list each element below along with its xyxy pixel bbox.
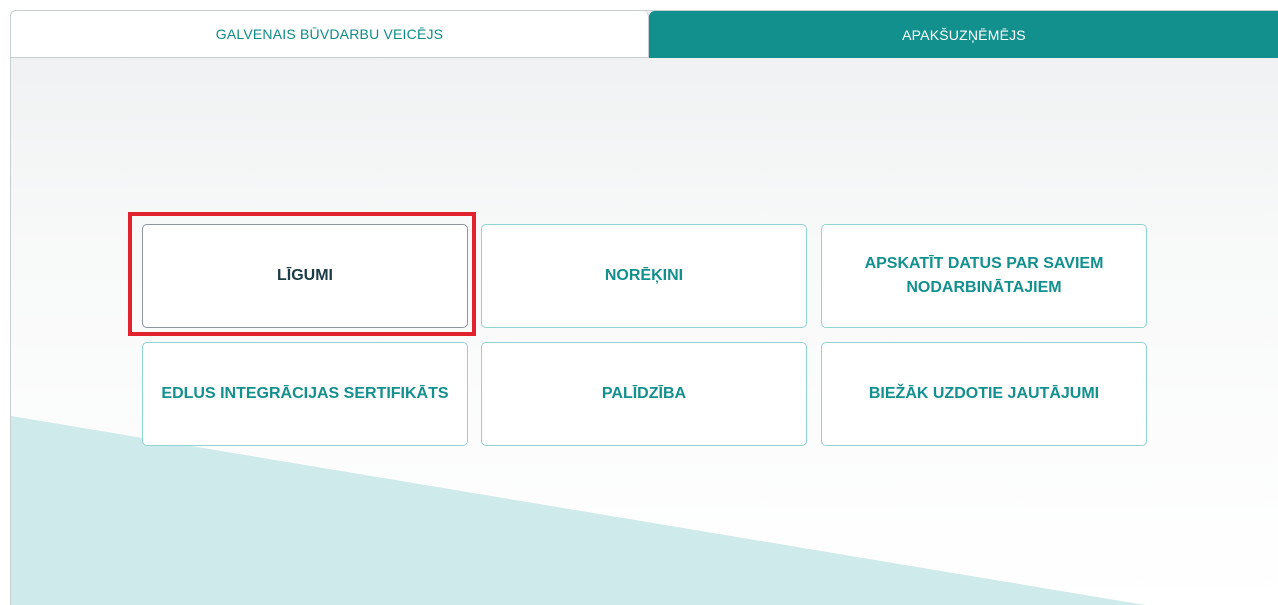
- settlements-button-label: NORĒĶINI: [604, 267, 684, 284]
- help-button-label: PALĪDZĪBA: [601, 385, 687, 402]
- edlus-certificate-button-label: EDLUS INTEGRĀCIJAS SERTIFIKĀTS: [161, 385, 449, 402]
- contracts-button[interactable]: LĪGUMI: [142, 224, 468, 328]
- contracts-button-label: LĪGUMI: [277, 267, 333, 284]
- role-tabs: GALVENAIS BŪVDARBU VEICĒJS APAKŠUZŅĒMĒJS: [11, 11, 1278, 58]
- tab-subcontractor-label: APAKŠUZŅĒMĒJS: [902, 26, 1026, 43]
- faq-button-label: BIEŽĀK UZDOTIE JAUTĀJUMI: [868, 385, 1100, 402]
- tab-main-contractor[interactable]: GALVENAIS BŪVDARBU VEICĒJS: [11, 11, 649, 58]
- edlus-certificate-button[interactable]: EDLUS INTEGRĀCIJAS SERTIFIKĀTS: [142, 342, 468, 446]
- faq-button[interactable]: BIEŽĀK UZDOTIE JAUTĀJUMI: [821, 342, 1147, 446]
- view-employee-data-button[interactable]: APSKATĪT DATUS PAR SAVIEM NODARBINĀTAJIE…: [821, 224, 1147, 328]
- tab-main-contractor-label: GALVENAIS BŪVDARBU VEICĒJS: [215, 26, 444, 42]
- view-employee-data-button-label: APSKATĪT DATUS PAR SAVIEM NODARBINĀTAJIE…: [864, 255, 1104, 296]
- settlements-button[interactable]: NORĒĶINI: [481, 224, 807, 328]
- help-button[interactable]: PALĪDZĪBA: [481, 342, 807, 446]
- tab-subcontractor[interactable]: APAKŠUZŅĒMĒJS: [649, 11, 1278, 58]
